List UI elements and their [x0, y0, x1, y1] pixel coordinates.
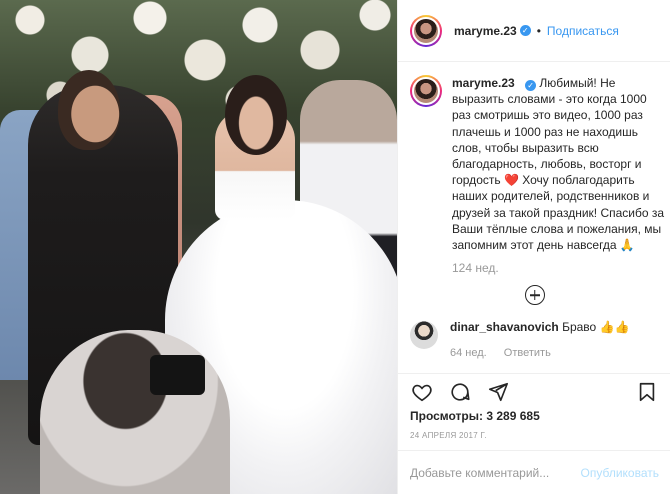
groom-head: [58, 70, 120, 150]
publish-button[interactable]: Опубликовать: [581, 466, 659, 480]
camera: [150, 355, 205, 395]
views-label: Просмотры:: [410, 409, 484, 423]
post-date[interactable]: 24 АПРЕЛЯ 2017 Г.: [410, 431, 487, 440]
caption-text: maryme.23 ✓ Любимый! Не выразить словами…: [452, 75, 667, 253]
verified-badge-icon: ✓: [519, 25, 531, 36]
comment-meta: 64 нед. Ответить: [450, 347, 629, 359]
comment-input[interactable]: Добавьте комментарий...: [410, 466, 581, 480]
post-header: maryme.23 ✓ • Подписаться: [398, 0, 670, 62]
comments-list: maryme.23 ✓ Любимый! Не выразить словами…: [398, 63, 670, 373]
avatar[interactable]: [410, 321, 438, 350]
comment-body: Браво 👍👍: [562, 320, 630, 335]
avatar[interactable]: [410, 14, 442, 47]
comment-icon[interactable]: [448, 380, 472, 404]
bookmark-icon[interactable]: [635, 380, 659, 404]
view-count: Просмотры: 3 289 685: [410, 409, 540, 423]
comment-item: dinar_shavanovich Браво 👍👍 64 нед. Ответ…: [398, 305, 670, 359]
plus-circle-icon[interactable]: [524, 285, 545, 306]
reply-button[interactable]: Ответить: [504, 347, 551, 359]
caption-time[interactable]: 124 нед.: [452, 261, 667, 275]
comment-time[interactable]: 64 нед.: [450, 347, 487, 359]
comment-text: dinar_shavanovich Браво 👍👍: [450, 319, 629, 335]
views-value: 3 289 685: [486, 409, 540, 423]
author-username[interactable]: maryme.23: [454, 24, 517, 38]
post-video[interactable]: [0, 0, 397, 494]
bride-head: [225, 75, 287, 155]
separator-dot: •: [536, 23, 541, 38]
share-icon[interactable]: [486, 380, 510, 404]
follow-button[interactable]: Подписаться: [547, 24, 619, 38]
heart-icon[interactable]: [410, 380, 434, 404]
post-side-panel: maryme.23 ✓ • Подписаться maryme.23 ✓ Лю…: [397, 0, 670, 494]
action-bar: [398, 373, 670, 409]
avatar[interactable]: [410, 75, 442, 107]
verified-badge-icon: ✓: [525, 80, 537, 91]
caption-body: Любимый! Не выразить словами - это когда…: [452, 76, 665, 253]
comment-composer: Добавьте комментарий... Опубликовать: [398, 450, 670, 494]
post-caption: maryme.23 ✓ Любимый! Не выразить словами…: [398, 63, 670, 275]
comment-username[interactable]: dinar_shavanovich: [450, 320, 559, 334]
caption-username[interactable]: maryme.23: [452, 76, 515, 90]
